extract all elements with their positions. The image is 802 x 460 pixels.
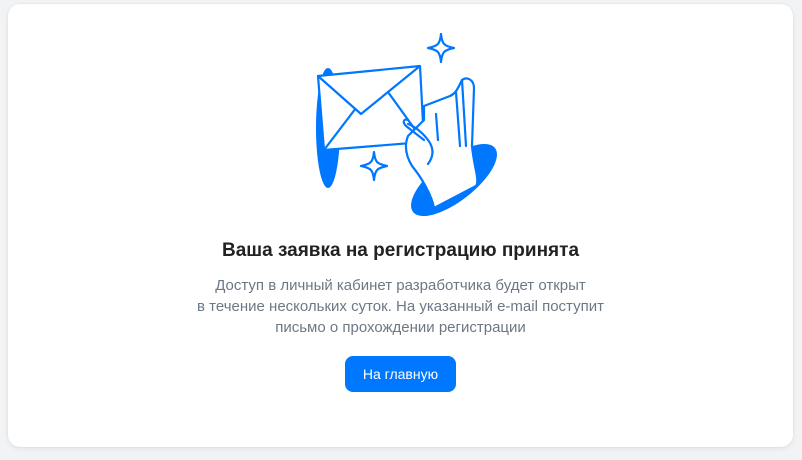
home-button[interactable]: На главную	[345, 356, 456, 392]
envelope-hand-icon	[316, 32, 497, 217]
sparkle-small-shape	[359, 150, 389, 182]
sparkle-large-shape	[426, 32, 456, 64]
confirmation-description: Доступ в личный кабинет разработчика буд…	[8, 275, 793, 338]
page-title: Ваша заявка на регистрацию принята	[221, 240, 580, 261]
confirmation-card: Ваша заявка на регистрацию принята Досту…	[8, 4, 793, 447]
description-line: Доступ в личный кабинет разработчика буд…	[215, 277, 586, 294]
description-line: в течение нескольких суток. На указанный…	[197, 298, 604, 315]
description-line: письмо о прохождении регистрации	[275, 319, 526, 336]
